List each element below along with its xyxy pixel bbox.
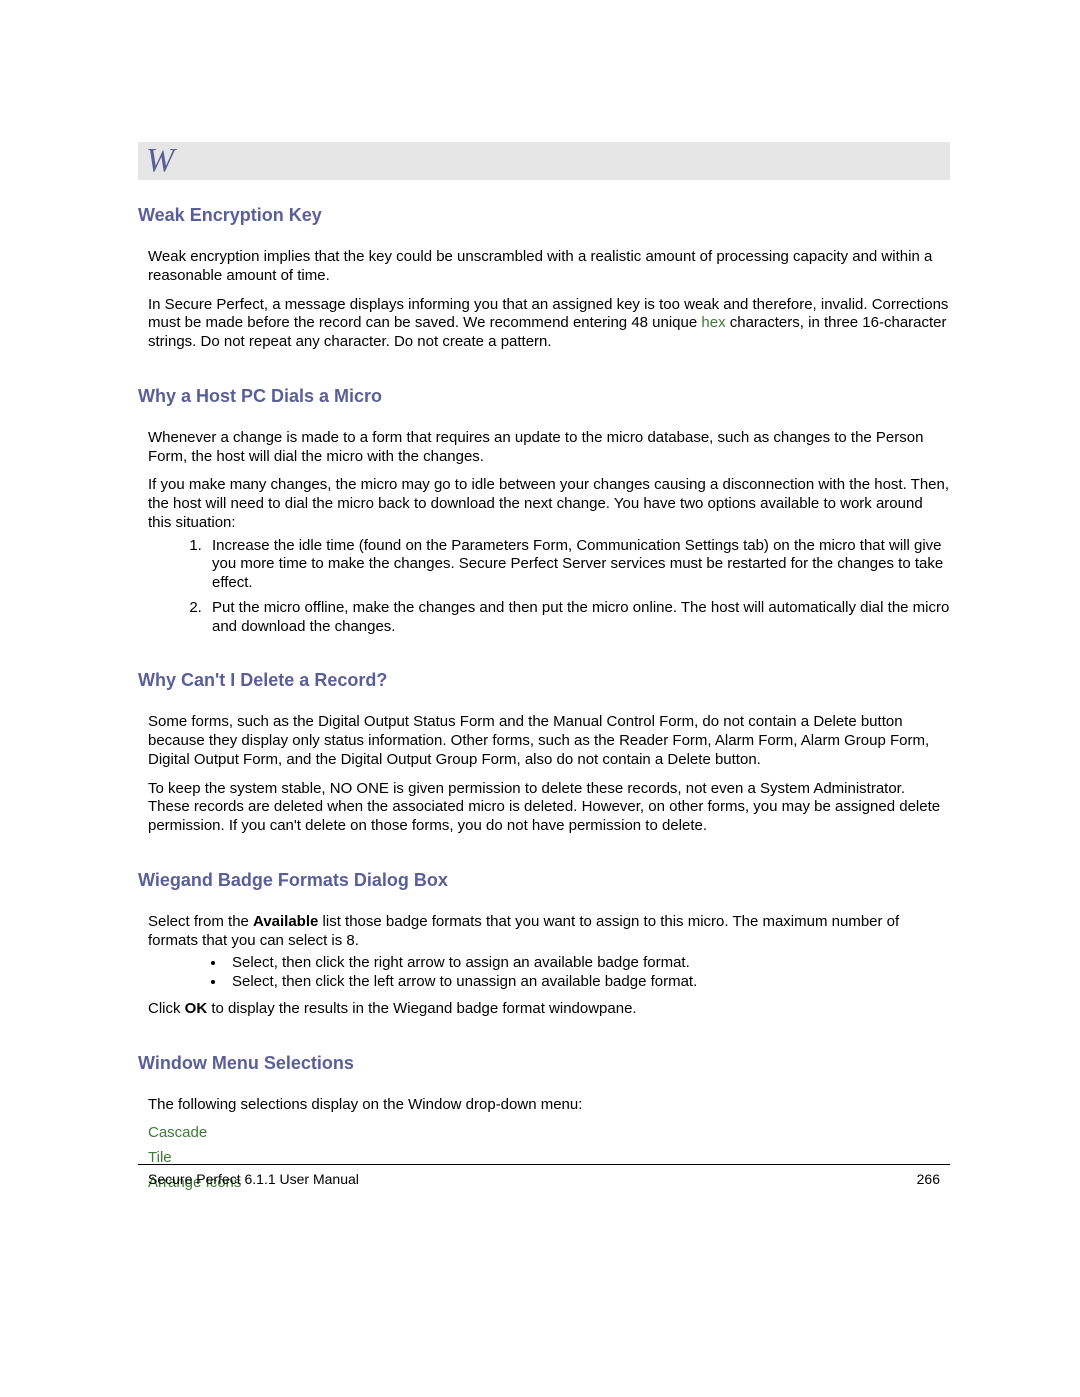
heading-wiegand-badge-formats: Wiegand Badge Formats Dialog Box — [138, 870, 950, 891]
link-hex[interactable]: hex — [701, 314, 725, 331]
text-run: to display the results in the Wiegand ba… — [207, 1000, 636, 1017]
paragraph: To keep the system stable, NO ONE is giv… — [138, 780, 950, 836]
bulleted-list: Select, then click the right arrow to as… — [138, 954, 950, 992]
paragraph: Weak encryption implies that the key cou… — [138, 248, 950, 286]
heading-why-cant-delete-record: Why Can't I Delete a Record? — [138, 670, 950, 691]
paragraph: The following selections display on the … — [138, 1096, 950, 1115]
list-item: Put the micro offline, make the changes … — [206, 599, 950, 637]
paragraph: Select from the Available list those bad… — [138, 913, 950, 951]
footer-manual-title: Secure Perfect 6.1.1 User Manual — [148, 1171, 359, 1187]
paragraph: In Secure Perfect, a message displays in… — [138, 296, 950, 352]
page-footer: Secure Perfect 6.1.1 User Manual 266 — [138, 1164, 950, 1187]
numbered-list: Increase the idle time (found on the Par… — [138, 537, 950, 637]
list-item: Increase the idle time (found on the Par… — [206, 537, 950, 593]
list-item: Select, then click the left arrow to una… — [226, 973, 950, 992]
paragraph: Some forms, such as the Digital Output S… — [138, 713, 950, 769]
paragraph: Whenever a change is made to a form that… — [138, 429, 950, 467]
text-run: Click — [148, 1000, 185, 1017]
text-bold-ok: OK — [185, 1000, 208, 1017]
document-page: W Weak Encryption Key Weak encryption im… — [0, 0, 1080, 1397]
link-cascade[interactable]: Cascade — [148, 1124, 207, 1141]
footer-row: Secure Perfect 6.1.1 User Manual 266 — [138, 1171, 950, 1187]
heading-why-host-pc-dials-micro: Why a Host PC Dials a Micro — [138, 386, 950, 407]
text-bold-available: Available — [253, 913, 318, 930]
heading-weak-encryption-key: Weak Encryption Key — [138, 205, 950, 226]
footer-rule — [138, 1164, 950, 1165]
text-run: Select from the — [148, 913, 253, 930]
index-letter: W — [146, 144, 174, 178]
heading-window-menu-selections: Window Menu Selections — [138, 1053, 950, 1074]
footer-page-number: 266 — [917, 1171, 940, 1187]
index-letter-bar: W — [138, 142, 950, 180]
paragraph: If you make many changes, the micro may … — [138, 476, 950, 532]
paragraph: Click OK to display the results in the W… — [138, 1000, 950, 1019]
list-item: Select, then click the right arrow to as… — [226, 954, 950, 973]
